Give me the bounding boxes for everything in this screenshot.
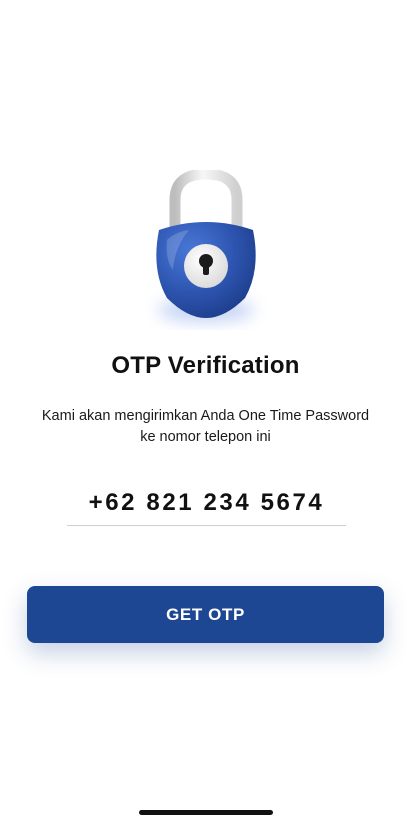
phone-number-field[interactable]: +62 821 234 5674 <box>67 484 346 526</box>
padlock-icon <box>145 170 267 330</box>
otp-description: Kami akan mengirimkan Anda One Time Pass… <box>30 406 381 448</box>
description-line-1: Kami akan mengirimkan Anda One Time Pass… <box>41 408 370 424</box>
phone-number-value: +62 821 234 5674 <box>88 489 325 516</box>
page-title: OTP Verification <box>111 352 300 379</box>
get-otp-button[interactable]: GET OTP <box>27 586 384 643</box>
home-indicator[interactable] <box>139 810 273 815</box>
description-line-2: ke nomor telepon ini <box>140 429 271 445</box>
get-otp-label: GET OTP <box>166 604 245 624</box>
